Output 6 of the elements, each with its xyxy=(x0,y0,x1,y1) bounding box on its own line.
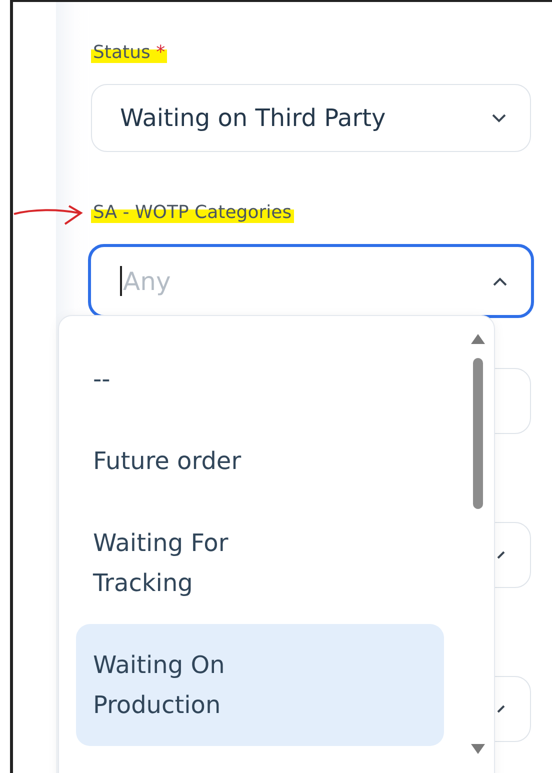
select-field[interactable]: Waiting on Third Party xyxy=(91,84,531,152)
dropdown-option[interactable]: Future order xyxy=(76,420,444,502)
dropdown-option[interactable]: -- xyxy=(76,338,444,420)
dropdown-option[interactable]: Waiting For Tracking xyxy=(76,502,444,624)
chevron-up-icon xyxy=(493,276,507,286)
dropdown-option[interactable]: Waiting On Production xyxy=(76,624,444,746)
